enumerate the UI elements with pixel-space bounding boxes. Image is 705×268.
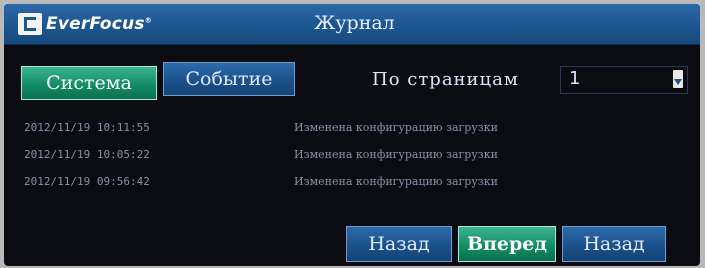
- pages-label: По страницам: [372, 69, 519, 90]
- dropdown-arrow-icon[interactable]: [673, 70, 683, 88]
- journal-window: EverFocus® Журнал Система Событие По стр…: [4, 4, 700, 266]
- back-button-right[interactable]: Назад: [562, 226, 666, 262]
- page-select-value: 1: [569, 68, 581, 89]
- title-bar: EverFocus® Журнал: [4, 4, 700, 45]
- log-message: Изменена конфигурацию загрузки: [294, 121, 499, 134]
- log-time: 2012/11/19 10:11:55: [24, 121, 150, 134]
- page-select[interactable]: 1: [560, 66, 688, 94]
- brand-logo: EverFocus®: [18, 11, 152, 37]
- log-time: 2012/11/19 10:05:22: [24, 148, 150, 161]
- back-button[interactable]: Назад: [346, 226, 452, 262]
- tab-event[interactable]: Событие: [163, 62, 295, 96]
- log-time: 2012/11/19 09:56:42: [24, 175, 150, 188]
- everfocus-logo-icon: [18, 13, 42, 35]
- log-message: Изменена конфигурацию загрузки: [294, 148, 499, 161]
- log-message: Изменена конфигурацию загрузки: [294, 175, 499, 188]
- tab-system[interactable]: Система: [21, 66, 157, 100]
- log-row[interactable]: 2012/11/19 10:05:22 Изменена конфигураци…: [4, 148, 700, 164]
- log-row[interactable]: 2012/11/19 10:11:55 Изменена конфигураци…: [4, 121, 700, 137]
- log-row[interactable]: 2012/11/19 09:56:42 Изменена конфигураци…: [4, 175, 700, 191]
- page-title: Журнал: [314, 12, 395, 34]
- brand-name: EverFocus®: [46, 14, 152, 34]
- forward-button[interactable]: Вперед: [458, 226, 556, 262]
